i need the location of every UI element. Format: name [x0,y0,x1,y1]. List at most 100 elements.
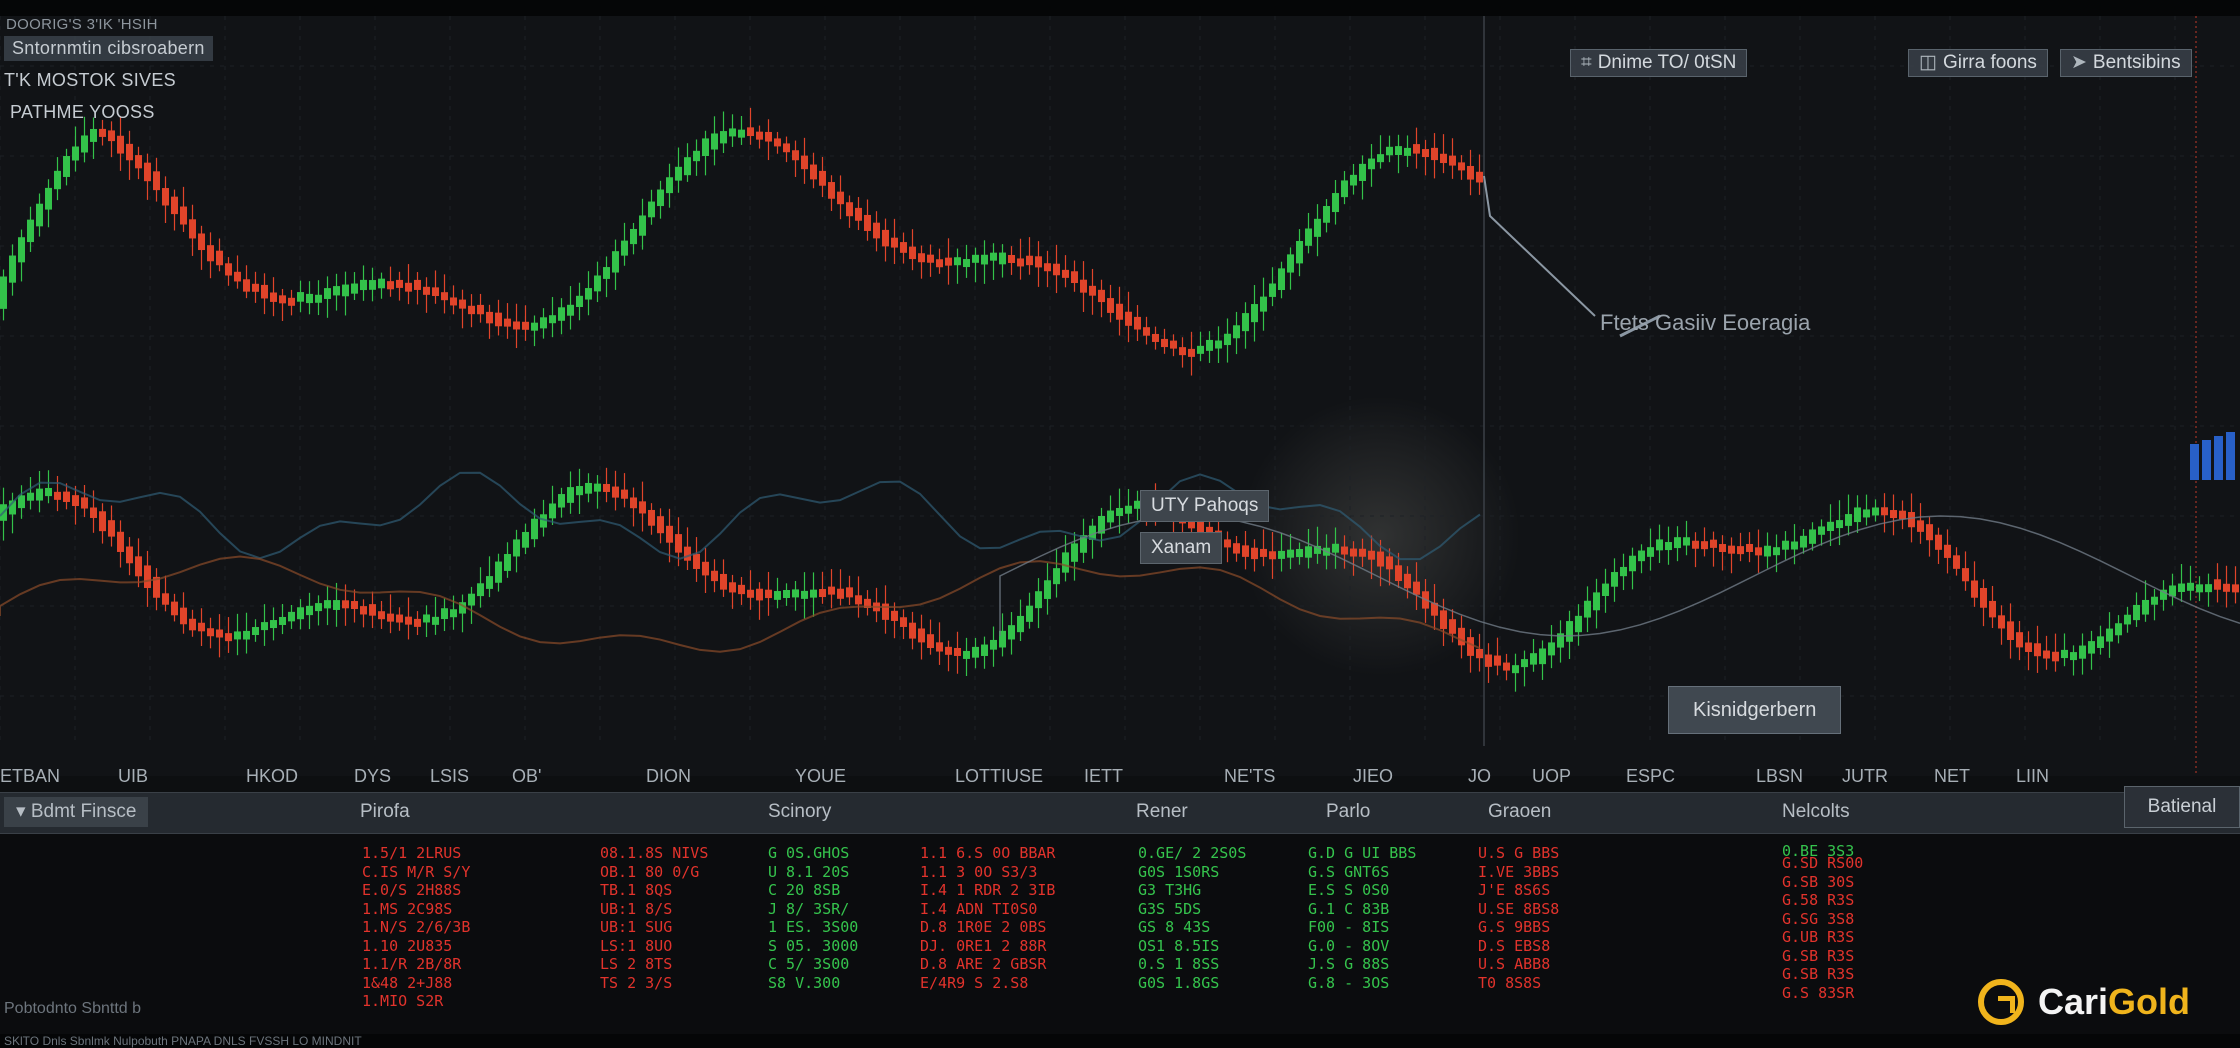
candle [765,589,772,599]
table-cell[interactable]: 1.MS 2C98S [362,900,470,919]
candle [1953,555,1960,569]
window-top-strip [0,0,2240,16]
table-cell[interactable]: D.8 1R0E 2 0BS [920,918,1055,937]
candle [549,503,556,519]
table-cell[interactable]: U.S G BBS [1478,844,1559,863]
table-cell[interactable]: G.SB 30S [1782,873,1863,892]
table-cell[interactable]: I.4 ADN TI0S0 [920,900,1055,919]
price-chart[interactable]: DOORIG'S 3'IK 'HSIH Sntornmtin cibsroabe… [0,16,2240,786]
table-cell[interactable]: U 8.1 20S [768,863,858,882]
table-cell[interactable]: OS1 8.5IS [1138,937,1246,956]
table-cell[interactable]: U.S ABB8 [1478,955,1559,974]
table-cell[interactable]: T0 8S8S [1478,974,1559,993]
patterns-tag[interactable]: UTY Pahoqs [1140,490,1270,522]
candle [1800,535,1807,548]
table-cell[interactable]: C 5/ 3S00 [768,955,858,974]
table-cell[interactable]: C 20 8SB [768,881,858,900]
table-cell[interactable]: G.SD RS00 [1782,854,1863,873]
candle [1206,339,1213,351]
table-cell[interactable]: G.S 9BBS [1478,918,1559,937]
table-cell[interactable]: G.SB R3S [1782,947,1863,966]
table-cell[interactable]: G.58 R3S [1782,891,1863,910]
table-cell[interactable]: 1.1 3 0O S3/3 [920,863,1055,882]
table-cell[interactable]: 1&48 2+J88 [362,974,470,993]
table-cell[interactable]: G.UB R3S [1782,928,1863,947]
table-cell[interactable]: G.0 - 8OV [1308,937,1416,956]
zoom-button[interactable]: ◫ Girra foons [1908,49,2048,77]
column-header[interactable]: Graoen [1488,801,1551,823]
table-cell[interactable]: G.8 - 3OS [1308,974,1416,993]
candle [504,318,511,327]
table-cell[interactable]: DJ. 0RE1 2 88R [920,937,1055,956]
table-cell[interactable]: 1.5/1 2LRUS [362,844,470,863]
column-header[interactable]: Rener [1136,801,1188,823]
table-cell[interactable]: D.8 ARE 2 GBSR [920,955,1055,974]
marker-tag[interactable]: Kisnidgerbern [1668,686,1842,734]
candle [1179,347,1186,356]
timeframe-button[interactable]: ⌗ Dnime TO/ 0tSN [1570,49,1748,77]
header-tab-active[interactable]: ▾ Bdmt Finsce [4,797,149,827]
table-cell[interactable]: F00 - 8IS [1308,918,1416,937]
table-cell[interactable]: LS 2 8TS [600,955,708,974]
table-cell[interactable]: TS 2 3/S [600,974,708,993]
table-cell[interactable]: J.S G 88S [1308,955,1416,974]
alarm-tag[interactable]: Xanam [1140,532,1223,564]
table-cell[interactable]: S 05. 3000 [768,937,858,956]
column-header[interactable]: Nelcolts [1782,801,1850,823]
table-cell[interactable]: 0.GE/ 2 2S0S [1138,844,1246,863]
table-cell[interactable]: J'E 8S6S [1478,881,1559,900]
column-header[interactable]: Scinory [768,801,831,823]
table-cell[interactable]: G.1 C 83B [1308,900,1416,919]
table-cell[interactable]: G3S 5DS [1138,900,1246,919]
candlestick-chart-canvas[interactable] [0,16,2240,776]
table-cell[interactable]: GS 8 43S [1138,918,1246,937]
table-cell[interactable]: 1.N/S 2/6/3B [362,918,470,937]
candle [423,614,430,623]
table-cell[interactable]: G.S GNT6S [1308,863,1416,882]
settings-label: Bentsibins [2092,52,2181,73]
table-cell[interactable]: UB:1 8/S [600,900,708,919]
candle [666,177,673,194]
table-cell[interactable]: S8 V.300 [768,974,858,993]
x-tick-label: JUTR [1842,766,1888,786]
table-cell[interactable]: 1.1/R 2B/8R [362,955,470,974]
table-cell[interactable]: I.VE 3BBS [1478,863,1559,882]
candle [1053,568,1060,585]
column-header[interactable]: Parlo [1326,801,1370,823]
table-cell[interactable]: G0S 1S0RS [1138,863,1246,882]
table-cell[interactable]: E/4R9 S 2.S8 [920,974,1055,993]
brand-name-part2: Gold [2108,981,2191,1022]
settings-button[interactable]: ➤ Bentsibins [2060,49,2192,77]
table-cell[interactable]: E.0/S 2H88S [362,881,470,900]
table-cell[interactable]: 1.1 6.S 0O BBAR [920,844,1055,863]
table-cell[interactable]: 1.MIO S2R [362,992,470,1011]
table-cell[interactable]: G0S 1.8GS [1138,974,1246,993]
table-cell[interactable]: 1 ES. 3S00 [768,918,858,937]
column-header[interactable]: Pirofa [360,801,410,823]
table-cell[interactable]: 08.1.8S NIVS [600,844,708,863]
candle [468,305,475,315]
table-cell[interactable]: G3 T3HG [1138,881,1246,900]
candle [486,311,493,324]
table-cell[interactable]: G 0S.GHOS [768,844,858,863]
table-cell[interactable]: G.D G UI BBS [1308,844,1416,863]
table-cell[interactable]: UB:1 SUG [600,918,708,937]
table-cell[interactable]: TB.1 8QS [600,881,708,900]
table-cell[interactable]: I.4 1 RDR 2 3IB [920,881,1055,900]
table-cell[interactable]: OB.1 80 0/G [600,863,708,882]
table-cell[interactable]: U.SE 8BS8 [1478,900,1559,919]
candle [360,279,367,291]
table-cell[interactable]: LS:1 8UO [600,937,708,956]
table-cell[interactable]: 0.S 1 8SS [1138,955,1246,974]
external-button[interactable]: Batienal [2124,786,2240,828]
table-cell[interactable]: G.SG 3S8 [1782,910,1863,929]
candle [774,138,781,147]
table-cell[interactable]: G.S 83SR [1782,984,1863,1003]
table-cell[interactable]: C.IS M/R S/Y [362,863,470,882]
table-cell[interactable]: 1.10 2U835 [362,937,470,956]
table-cell[interactable]: D.S EBS8 [1478,937,1559,956]
table-cell[interactable]: G.SB R3S [1782,965,1863,984]
table-cell[interactable]: E.S S 0S0 [1308,881,1416,900]
table-cell[interactable]: J 8/ 3SR/ [768,900,858,919]
candle [801,155,808,170]
